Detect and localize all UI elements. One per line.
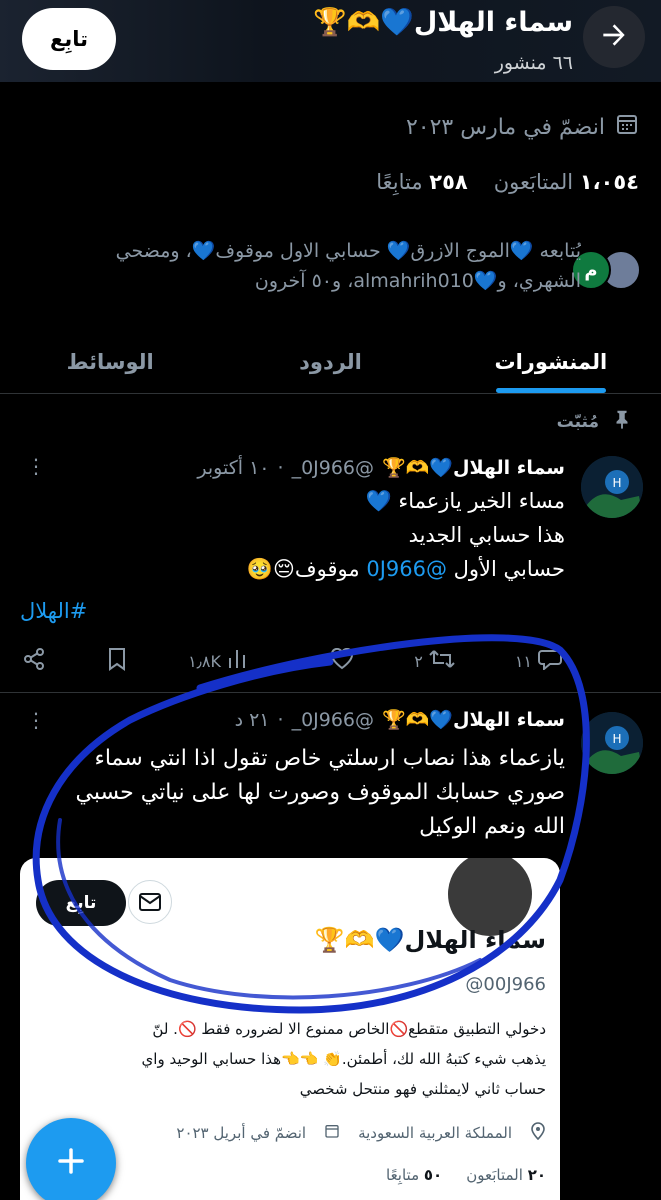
- tweet-line: يازعماء هذا نصاب ارسلتي خاص تقول اذا انت…: [94, 746, 565, 771]
- profile-tabs: المنشورات الردود الوسائط: [0, 330, 661, 394]
- bio-line: يذهب شيء كتبهُ الله لك، أطمئن.👏 👈👈هذا حس…: [141, 1050, 546, 1068]
- tab-posts[interactable]: المنشورات: [441, 330, 661, 393]
- likes-count: ١٣: [306, 651, 325, 671]
- following-count: ٢٥٨: [429, 170, 468, 194]
- tweet-author-name[interactable]: سماء الهلال💙🫶🏆: [382, 708, 565, 731]
- calendar-icon: [324, 1123, 340, 1143]
- follow-stats: ١،٠٥٤ المتابَعون ٢٥٨ متابِعًا: [376, 170, 639, 194]
- follow-button[interactable]: تابِع: [22, 8, 116, 70]
- svg-text:H: H: [612, 476, 621, 490]
- divider: [0, 692, 661, 693]
- card-following-label: متابِعًا: [386, 1166, 420, 1184]
- tweet-header: سماء الهلال💙🫶🏆 @0J966_ · ٢١ د: [235, 708, 565, 732]
- share-button[interactable]: [22, 647, 46, 675]
- svg-text:H: H: [612, 732, 621, 746]
- separator-dot: ·: [277, 456, 284, 479]
- tweet-body: يازعماء هذا نصاب ارسلتي خاص تقول اذا انت…: [5, 742, 565, 844]
- avatar[interactable]: H: [581, 712, 643, 774]
- like-button[interactable]: ١٣: [306, 647, 354, 674]
- retweet-button[interactable]: ٢: [414, 648, 455, 674]
- share-icon: [22, 647, 46, 675]
- tweet-timestamp[interactable]: ٢١ د: [235, 709, 270, 731]
- tweet-text: موقوف😔🥹: [246, 557, 367, 581]
- location-icon: [530, 1122, 546, 1144]
- profile-header: سماء الهلال💙🫶🏆 ٦٦ منشور تابِع: [0, 0, 661, 82]
- calendar-icon: [615, 112, 639, 142]
- back-button[interactable]: [583, 6, 645, 68]
- separator-dot: ·: [277, 708, 284, 731]
- tweet-body: مساء الخير يازعماء 💙 هذا حسابي الجديد حس…: [247, 484, 565, 586]
- pinned-label: مُثبّت: [556, 411, 599, 432]
- compose-button[interactable]: [26, 1118, 116, 1200]
- bio-line: حساب ثاني لايمثلني فهو منتحل شخصي: [299, 1080, 546, 1098]
- tweet-actions: ١٫٨K ١٣ ٢ ١١: [22, 644, 562, 678]
- card-profile-name: سماء الهلال💙🫶🏆: [314, 926, 546, 954]
- tab-media[interactable]: الوسائط: [0, 330, 220, 393]
- retweet-icon: [429, 648, 455, 674]
- card-joined: انضمّ في أبريل ٢٠٢٣: [176, 1124, 307, 1142]
- followed-by-line: يُتابعه 💙الموج الازرق💙 حسابي الاول موقوف…: [115, 240, 581, 262]
- bar-chart-icon: [227, 648, 247, 674]
- card-meta: المملكة العربية السعودية انضمّ في أبريل …: [176, 1122, 546, 1144]
- arrow-left-icon: [598, 19, 630, 55]
- followers-link[interactable]: ١،٠٥٤ المتابَعون: [494, 170, 639, 194]
- heart-icon: [330, 647, 354, 674]
- pinned-indicator: مُثبّت: [557, 408, 633, 435]
- card-followers-count: ٢٠: [527, 1166, 546, 1184]
- following-link[interactable]: ٢٥٨ متابِعًا: [376, 170, 468, 194]
- tweet-author-handle[interactable]: @0J966_: [292, 457, 374, 479]
- header-profile-name: سماء الهلال💙🫶🏆: [313, 7, 573, 38]
- tweet-timestamp[interactable]: ١٠ أكتوبر: [197, 457, 269, 479]
- following-label: متابِعًا: [376, 170, 423, 194]
- card-follow-button: تابِع: [36, 880, 126, 926]
- plus-icon: [54, 1144, 88, 1182]
- tweet-line: هذا حسابي الجديد: [408, 523, 565, 547]
- tab-replies[interactable]: الردود: [220, 330, 440, 393]
- reply-button[interactable]: ١١: [515, 648, 562, 674]
- tweet-author-name[interactable]: سماء الهلال💙🫶🏆: [382, 456, 565, 479]
- card-profile-handle: @00J966: [465, 974, 546, 995]
- pin-icon: [611, 408, 633, 435]
- more-options-icon[interactable]: ⋮: [26, 454, 46, 478]
- card-stats: ٢٠ المتابَعون ٥٠ متابِعًا: [386, 1166, 546, 1184]
- card-followers-label: المتابَعون: [466, 1166, 523, 1184]
- tweet-line: مساء الخير يازعماء 💙: [365, 489, 565, 513]
- joined-date: انضمّ في مارس ٢٠٢٣: [406, 112, 639, 142]
- reply-icon: [538, 648, 562, 674]
- followers-count: ١،٠٥٤: [579, 170, 639, 194]
- tweet-text: حسابي الأول: [446, 557, 565, 581]
- joined-text: انضمّ في مارس ٢٠٢٣: [405, 114, 605, 140]
- avatar[interactable]: H: [581, 456, 643, 518]
- card-location: المملكة العربية السعودية: [358, 1124, 512, 1142]
- hashtag-link[interactable]: #الهلال: [20, 594, 87, 628]
- header-posts-count: ٦٦ منشور: [494, 52, 573, 74]
- tweet-author-handle[interactable]: @0J966_: [292, 709, 374, 731]
- tweet-line: صوري حسابك الموقوف وصورت لها على نياتي ح…: [75, 780, 565, 805]
- replies-count: ١١: [514, 651, 532, 671]
- bio-line: دخولي التطبيق متقطع🚫الخاص ممنوع الا لضرو…: [152, 1020, 546, 1038]
- followed-by-text[interactable]: يُتابعه 💙الموج الازرق💙 حسابي الاول موقوف…: [21, 236, 581, 296]
- followed-by-line: الشهري، و💙almahrih010، و٥٠ آخرون: [254, 270, 581, 292]
- views-button[interactable]: ١٫٨K: [188, 648, 247, 674]
- card-bio: دخولي التطبيق متقطع🚫الخاص ممنوع الا لضرو…: [36, 1014, 546, 1104]
- bookmark-icon: [106, 647, 128, 675]
- views-count: ١٫٨K: [188, 651, 221, 671]
- more-options-icon[interactable]: ⋮: [26, 708, 46, 732]
- retweets-count: ٢: [414, 651, 423, 671]
- tweet-line: الله ونعم الوكيل: [419, 814, 565, 839]
- card-following-count: ٥٠: [423, 1166, 443, 1184]
- tweet-line: حسابي الأول @0J966 موقوف😔🥹: [247, 552, 565, 586]
- bookmark-button[interactable]: [106, 647, 128, 675]
- message-icon: [128, 880, 172, 924]
- tweet-header: سماء الهلال💙🫶🏆 @0J966_ · ١٠ أكتوبر: [197, 456, 565, 480]
- mention-link[interactable]: @0J966: [366, 557, 447, 581]
- followers-label: المتابَعون: [493, 170, 574, 194]
